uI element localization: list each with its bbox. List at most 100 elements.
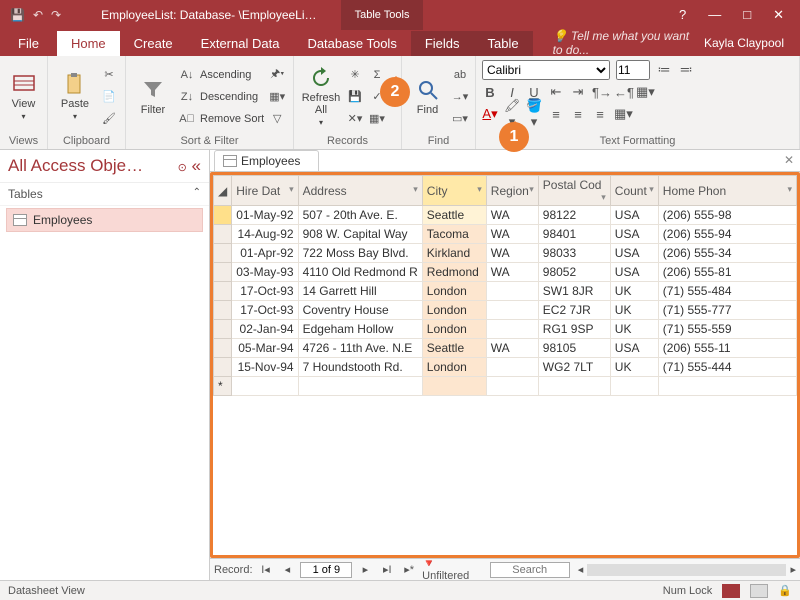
view-button[interactable]: View▾ <box>6 64 41 130</box>
cell[interactable]: 14 Garrett Hill <box>298 282 422 301</box>
cell[interactable]: 98052 <box>538 263 610 282</box>
fill-color[interactable]: 🪣▾ <box>526 98 542 130</box>
nav-group-tables[interactable]: Tables⌃ <box>0 183 209 206</box>
numbering-icon[interactable]: ≕ <box>678 62 694 78</box>
row-header[interactable] <box>214 358 232 377</box>
cell[interactable]: Redmond <box>422 263 486 282</box>
row-header[interactable] <box>214 320 232 339</box>
prev-record[interactable]: ◂ <box>278 563 296 576</box>
cell[interactable]: (71) 555-444 <box>658 358 796 377</box>
cell[interactable]: London <box>422 358 486 377</box>
column-header[interactable]: Address ▾ <box>298 176 422 206</box>
row-header[interactable] <box>214 206 232 225</box>
toggle-filter[interactable]: ▽ <box>268 109 286 129</box>
cell[interactable]: London <box>422 282 486 301</box>
remove-sort[interactable]: A⃠Remove Sort <box>178 109 264 129</box>
hscrollbar[interactable] <box>587 564 786 576</box>
cell[interactable]: Kirkland <box>422 244 486 263</box>
cell[interactable]: 15-Nov-94 <box>232 358 298 377</box>
cell[interactable]: (206) 555-94 <box>658 225 796 244</box>
cell[interactable]: Edgeham Hollow <box>298 320 422 339</box>
cell[interactable]: 507 - 20th Ave. E. <box>298 206 422 225</box>
align-left[interactable]: ≡ <box>548 107 564 122</box>
cell[interactable]: (206) 555-34 <box>658 244 796 263</box>
save-icon[interactable]: 💾 <box>10 8 25 22</box>
cell[interactable]: (206) 555-81 <box>658 263 796 282</box>
cell[interactable]: USA <box>610 339 658 358</box>
cell[interactable]: Coventry House <box>298 301 422 320</box>
column-header[interactable]: City ▾ <box>422 176 486 206</box>
cell[interactable]: 01-Apr-92 <box>232 244 298 263</box>
new-row[interactable]: * <box>214 377 232 396</box>
tell-me[interactable]: 💡 Tell me what you want to do... <box>533 29 692 57</box>
cell[interactable]: EC2 7JR <box>538 301 610 320</box>
cell[interactable]: USA <box>610 225 658 244</box>
align-center[interactable]: ≡ <box>570 107 586 122</box>
design-view-button[interactable] <box>750 584 768 598</box>
row-header[interactable] <box>214 244 232 263</box>
last-record[interactable]: ▸I <box>378 563 396 576</box>
cell[interactable]: WA <box>486 244 538 263</box>
select-all[interactable]: ◢ <box>214 176 232 206</box>
cell[interactable]: WA <box>486 225 538 244</box>
advanced-filter[interactable]: ▦▾ <box>268 87 286 107</box>
cell[interactable]: 722 Moss Bay Blvd. <box>298 244 422 263</box>
column-header[interactable]: Hire Dat ▾ <box>232 176 298 206</box>
cell[interactable]: USA <box>610 206 658 225</box>
cell[interactable]: UK <box>610 320 658 339</box>
first-record[interactable]: I◂ <box>257 563 275 576</box>
cell[interactable]: 98105 <box>538 339 610 358</box>
cell[interactable] <box>486 301 538 320</box>
cell[interactable]: (71) 555-484 <box>658 282 796 301</box>
close-tab-icon[interactable]: ✕ <box>784 153 794 167</box>
more-records[interactable]: ▦▾ <box>368 109 386 129</box>
format-painter-button[interactable]: 🖌 <box>100 109 118 129</box>
cell[interactable]: London <box>422 320 486 339</box>
alt-row-color[interactable]: ▦▾ <box>614 106 630 122</box>
cell[interactable]: 14-Aug-92 <box>232 225 298 244</box>
cell[interactable] <box>486 282 538 301</box>
filter-button[interactable]: Filter <box>132 64 174 130</box>
goto[interactable]: →▾ <box>451 87 469 107</box>
new-record[interactable]: ✳ <box>346 65 364 85</box>
cell[interactable]: UK <box>610 358 658 377</box>
save-record[interactable]: 💾 <box>346 87 364 107</box>
bullets-icon[interactable]: ≔ <box>656 62 672 78</box>
indent-decrease[interactable]: ⇤ <box>548 84 564 100</box>
delete-record[interactable]: ✕▾ <box>346 109 364 129</box>
refresh-all-button[interactable]: Refresh All▾ <box>300 64 342 130</box>
nav-title[interactable]: All Access Obje… ⊙ « <box>0 150 209 183</box>
selection-filter[interactable]: 🖈▾ <box>268 65 286 85</box>
font-size[interactable] <box>616 60 650 80</box>
tab-table[interactable]: Table <box>474 31 533 56</box>
ltr-icon[interactable]: ¶→ <box>592 85 608 100</box>
cell[interactable]: 7 Houndstooth Rd. <box>298 358 422 377</box>
column-header[interactable]: Home Phon ▾ <box>658 176 796 206</box>
cut-button[interactable]: ✂ <box>100 65 118 85</box>
cell[interactable]: (206) 555-11 <box>658 339 796 358</box>
select[interactable]: ▭▾ <box>451 109 469 129</box>
record-position[interactable] <box>300 562 352 578</box>
redo-icon[interactable]: ↷ <box>51 8 61 22</box>
cell[interactable]: SW1 8JR <box>538 282 610 301</box>
cell[interactable]: (71) 555-777 <box>658 301 796 320</box>
row-header[interactable] <box>214 225 232 244</box>
cell[interactable]: (206) 555-98 <box>658 206 796 225</box>
hscroll-right[interactable]: ▸ <box>790 563 796 576</box>
cell[interactable] <box>486 320 538 339</box>
filter-indicator[interactable]: 🔻 Unfiltered <box>422 557 486 582</box>
copy-button[interactable]: 📄 <box>100 87 118 107</box>
cell[interactable]: 98033 <box>538 244 610 263</box>
cell[interactable]: Seattle <box>422 206 486 225</box>
cell[interactable]: 17-Oct-93 <box>232 301 298 320</box>
minimize-icon[interactable]: — <box>708 7 721 23</box>
cell[interactable]: USA <box>610 244 658 263</box>
sort-ascending[interactable]: A↓Ascending <box>178 65 264 85</box>
cell[interactable]: 908 W. Capital Way <box>298 225 422 244</box>
row-header[interactable] <box>214 263 232 282</box>
bold-button[interactable]: B <box>482 85 498 100</box>
tab-home[interactable]: Home <box>57 31 120 56</box>
user-name[interactable]: Kayla Claypool <box>692 36 796 50</box>
column-header[interactable]: Count ▾ <box>610 176 658 206</box>
tab-file[interactable]: File <box>4 31 57 56</box>
